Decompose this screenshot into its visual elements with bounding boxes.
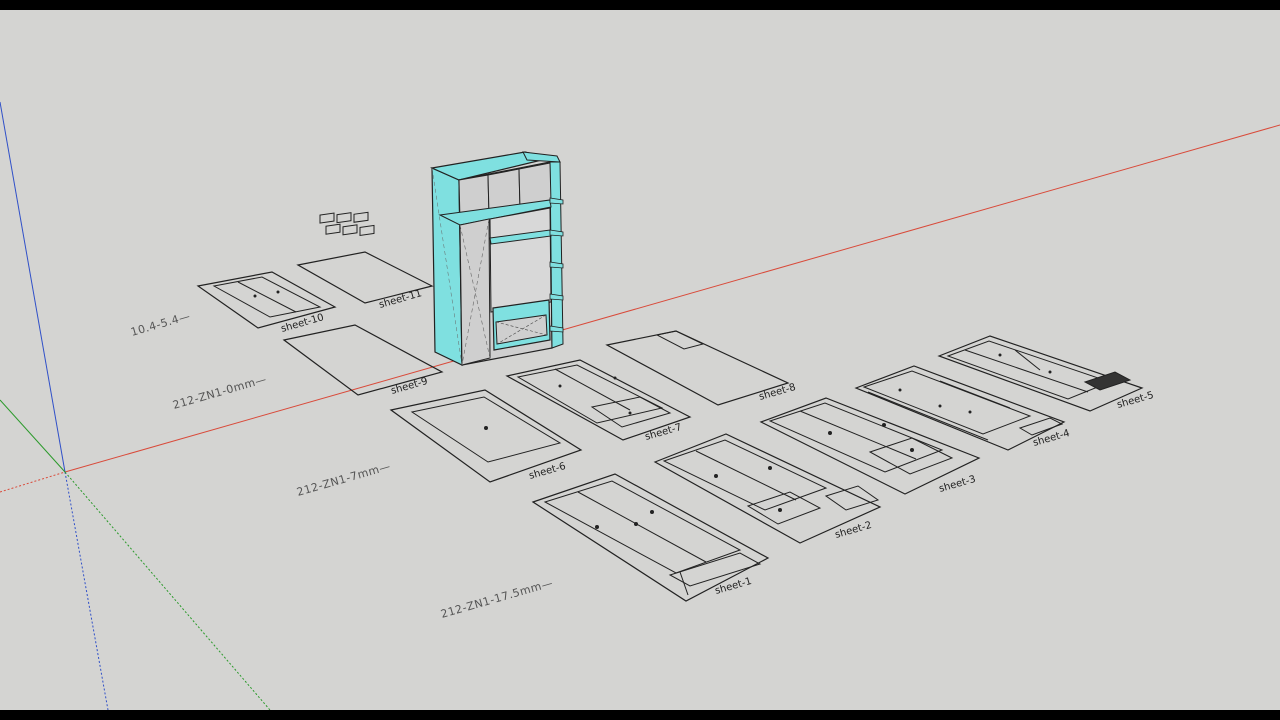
part-divider	[964, 349, 1089, 393]
part-rect	[768, 402, 944, 473]
part-mark	[998, 353, 1002, 357]
part-divider	[679, 571, 689, 596]
sheet-label-1: sheet-1	[714, 576, 753, 597]
part-mark	[628, 411, 632, 415]
part-rect	[868, 437, 954, 475]
part-rect	[319, 212, 335, 224]
part-mark	[484, 426, 488, 430]
sheet-label-2: sheet-2	[834, 520, 873, 541]
letterbox-top	[0, 0, 1280, 10]
part-mark	[828, 431, 832, 435]
part-divider	[939, 380, 1011, 409]
part-divider	[1014, 349, 1041, 371]
part-divider	[799, 410, 917, 460]
part-mark	[910, 448, 914, 452]
part-mark	[253, 294, 257, 298]
part-divider	[237, 281, 297, 313]
sheet-label-9: sheet-9	[390, 376, 429, 397]
sheet-label-6: sheet-6	[528, 461, 567, 482]
part-divider	[867, 391, 989, 441]
part-mark	[968, 410, 972, 414]
left-tall-door	[459, 218, 491, 366]
blue-axis	[0, 101, 66, 473]
cabinet-right-side	[549, 161, 564, 349]
blue-axis-negative	[64, 471, 109, 710]
model-canvas[interactable]: sheet-1 sheet-2 sheet-3 sheet-4 sheet-5 …	[0, 10, 1280, 710]
part-rect	[342, 224, 358, 236]
part-rect	[824, 485, 880, 511]
open-niche	[489, 207, 552, 313]
part-mark	[558, 384, 562, 388]
part-mark	[650, 510, 654, 514]
sheet-outline	[759, 397, 981, 495]
sheet-5[interactable]	[937, 335, 1144, 412]
red-axis	[64, 124, 1280, 473]
sheet-label-5: sheet-5	[1116, 390, 1155, 411]
part-mark	[898, 388, 902, 392]
part-mark	[634, 522, 638, 526]
red-axis-negative	[0, 471, 66, 493]
sheet-label-4: sheet-4	[1032, 428, 1071, 449]
part-rect	[336, 212, 352, 224]
part-rect	[359, 224, 375, 236]
sheet-3[interactable]	[759, 397, 981, 495]
part-mark	[882, 423, 886, 427]
part-mark	[714, 474, 718, 478]
sheet-label-8: sheet-8	[758, 382, 797, 403]
sheet-label-7: sheet-7	[644, 422, 683, 443]
part-mark	[1048, 370, 1052, 374]
sheet-label-3: sheet-3	[938, 474, 977, 495]
part-mark	[613, 376, 617, 380]
cabinet-top-cap	[522, 151, 561, 163]
green-axis-negative	[64, 471, 271, 710]
part-divider	[554, 368, 631, 411]
green-axis	[0, 399, 66, 473]
material-label-10-4: 10.4-5.4—	[129, 309, 192, 338]
part-rect	[746, 491, 822, 525]
letterbox-bottom	[0, 710, 1280, 720]
material-label-7mm: 212-ZN1-7mm—	[295, 460, 392, 499]
sheet-11[interactable]	[296, 211, 434, 304]
part-mark	[938, 404, 942, 408]
cabinet-model[interactable]	[429, 151, 564, 366]
part-rect	[1083, 371, 1132, 391]
part-mark	[778, 508, 782, 512]
material-label-0mm: 212-ZN1-0mm—	[171, 373, 268, 412]
material-label-17-5mm: 212-ZN1-17.5mm—	[439, 576, 554, 621]
part-mark	[595, 525, 599, 529]
sheet-label-11: sheet-11	[378, 288, 423, 311]
3d-viewport[interactable]: sheet-1 sheet-2 sheet-3 sheet-4 sheet-5 …	[0, 10, 1280, 710]
part-mark	[276, 290, 280, 294]
part-rect	[325, 223, 341, 235]
part-mark	[768, 466, 772, 470]
part-rect	[353, 211, 369, 223]
